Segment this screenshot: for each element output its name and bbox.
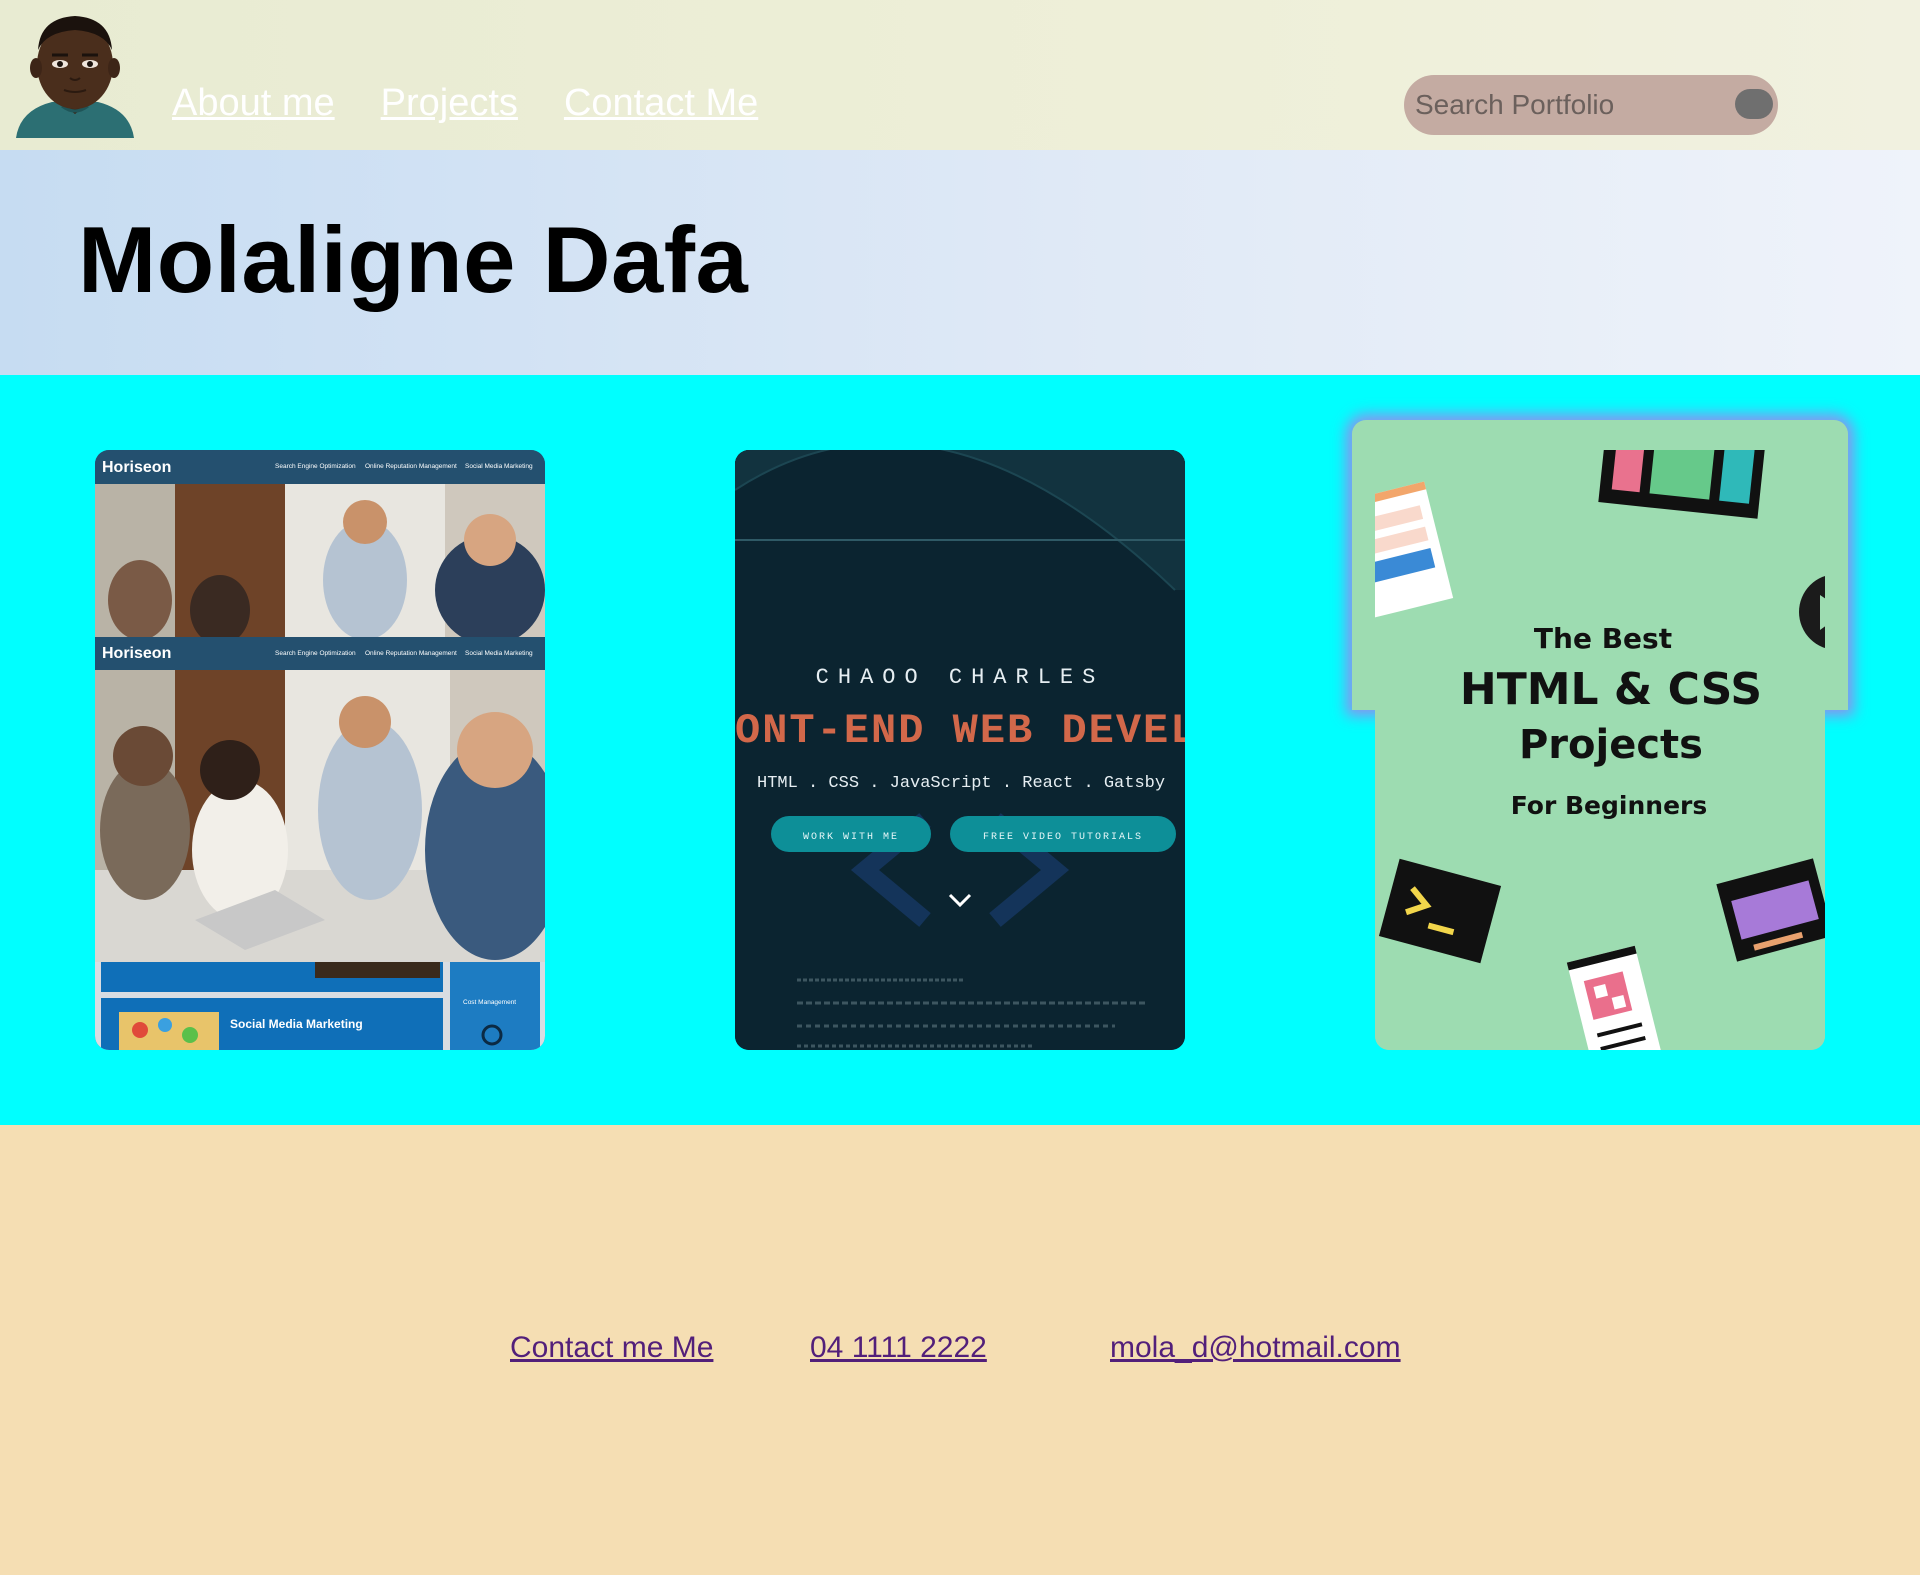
- horiseon-logo: Horiseon: [102, 459, 171, 476]
- chaoo-role: ONT-END WEB DEVELO: [735, 707, 1185, 755]
- thumb-line3: Projects: [1519, 722, 1703, 768]
- hero-banner: Molaligne Dafa: [0, 150, 1920, 375]
- chaoo-work-button: WORK WITH ME: [803, 832, 899, 843]
- horiseon-nav-3: Social Media Marketing: [465, 463, 533, 470]
- footer-phone-link[interactable]: 04 1111 2222: [810, 1331, 987, 1365]
- horiseon-logo-2: Horiseon: [102, 645, 171, 662]
- project-card-horiseon[interactable]: Horiseon Search Engine Optimization Onli…: [95, 450, 545, 1050]
- search-button[interactable]: [1735, 89, 1773, 119]
- footer-contact-link[interactable]: Contact me Me: [510, 1331, 713, 1365]
- chaoo-charles-screenshot: CHAOO CHARLES ONT-END WEB DEVELO HTML . …: [735, 450, 1185, 1050]
- site-footer: Contact me Me 04 1111 2222 mola_d@hotmai…: [0, 1125, 1920, 1575]
- horiseon-nav-2b: Online Reputation Management: [365, 650, 457, 657]
- chaoo-tutorials-button: FREE VIDEO TUTORIALS: [983, 832, 1143, 843]
- project-card-html-css[interactable]: The Best HTML & CSS Projects For Beginne…: [1375, 450, 1825, 1050]
- horiseon-section-title: Social Media Marketing: [230, 1017, 363, 1031]
- nav-about-me[interactable]: About me: [172, 82, 335, 125]
- horiseon-nav-1: Search Engine Optimization: [275, 463, 356, 470]
- project-card-chaoo-charles[interactable]: CHAOO CHARLES ONT-END WEB DEVELO HTML . …: [735, 450, 1185, 1050]
- horiseon-nav-1b: Search Engine Optimization: [275, 650, 356, 657]
- nav-projects[interactable]: Projects: [381, 82, 518, 125]
- thumb-line1: The Best: [1534, 622, 1672, 655]
- main-nav: About me Projects Contact Me: [172, 82, 758, 125]
- avatar: [16, 16, 134, 138]
- site-header: About me Projects Contact Me: [0, 0, 1920, 150]
- search-input[interactable]: [1404, 75, 1724, 135]
- projects-section: Horiseon Search Engine Optimization Onli…: [0, 375, 1920, 1125]
- chaoo-name: CHAOO CHARLES: [816, 665, 1105, 690]
- thumb-line2: HTML & CSS: [1460, 664, 1762, 715]
- horiseon-side-label: Cost Management: [463, 999, 516, 1006]
- horiseon-screenshot: Horiseon Search Engine Optimization Onli…: [95, 450, 545, 1050]
- horiseon-nav-3b: Social Media Marketing: [465, 650, 533, 657]
- page-title: Molaligne Dafa: [78, 207, 749, 312]
- horiseon-nav-2: Online Reputation Management: [365, 463, 457, 470]
- html-css-thumbnail: The Best HTML & CSS Projects For Beginne…: [1375, 450, 1825, 1050]
- footer-email-link[interactable]: mola_d@hotmail.com: [1110, 1331, 1401, 1365]
- nav-contact-me[interactable]: Contact Me: [564, 82, 758, 125]
- chaoo-skills: HTML . CSS . JavaScript . React . Gatsby: [757, 774, 1165, 793]
- thumb-line4: For Beginners: [1511, 791, 1708, 820]
- search-box: [1404, 75, 1778, 135]
